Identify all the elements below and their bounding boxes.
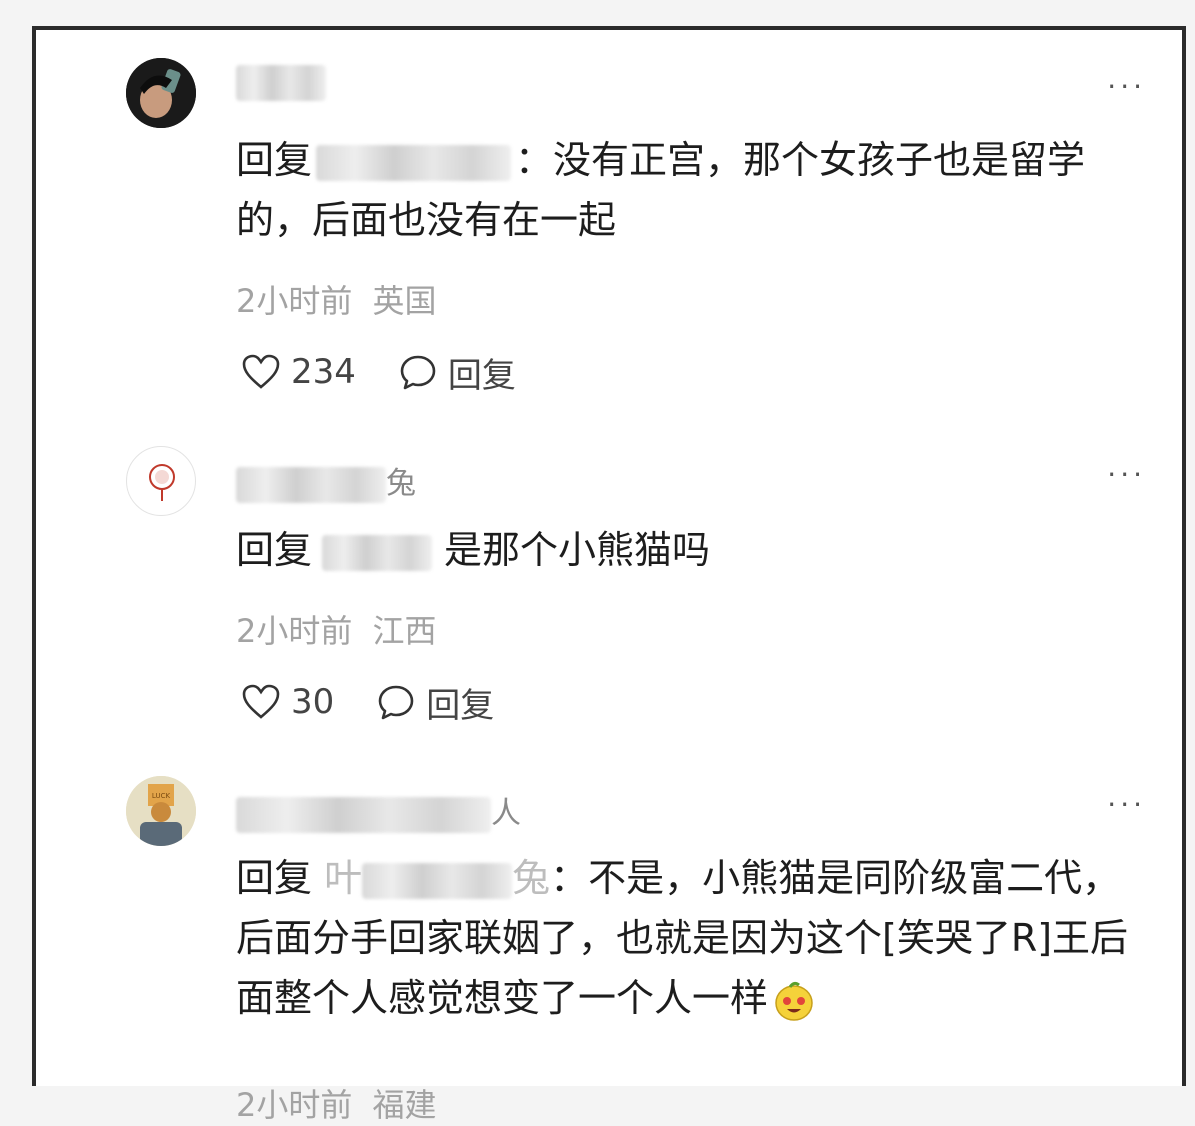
- more-options-icon[interactable]: ···: [1107, 458, 1146, 491]
- avatar[interactable]: [126, 58, 196, 128]
- location: 福建: [372, 1086, 437, 1124]
- timestamp: 2小时前: [236, 612, 353, 650]
- speech-bubble-icon: [378, 685, 414, 720]
- more-options-icon[interactable]: ···: [1107, 788, 1146, 821]
- author-name[interactable]: 人: [236, 788, 521, 833]
- avatar[interactable]: LUCK: [126, 776, 196, 846]
- comment-actions: 30 回复: [241, 678, 494, 727]
- heart-outline-icon: [242, 354, 280, 389]
- reply-target-redacted: [316, 144, 512, 181]
- reply-prefix: 回复: [236, 138, 313, 182]
- like-count: 30: [291, 682, 335, 722]
- like-button[interactable]: 30: [241, 682, 334, 722]
- reply-target-end: 兔: [512, 856, 551, 900]
- avatar[interactable]: [126, 446, 196, 516]
- reply-label: 回复: [447, 355, 516, 396]
- reply-target-visible: 叶: [324, 856, 363, 900]
- author-name-visible: 人: [491, 796, 521, 831]
- reply-label: 回复: [426, 685, 495, 726]
- timestamp: 2小时前: [236, 282, 353, 320]
- more-options-icon[interactable]: ···: [1107, 70, 1146, 103]
- heart-outline-icon: [242, 684, 280, 719]
- comment-body: 是那个小熊猫吗: [444, 528, 711, 572]
- location: 江西: [372, 612, 437, 650]
- grinning-face-emoji-icon: [775, 981, 813, 1021]
- speech-bubble-icon: [400, 355, 436, 390]
- reply-button[interactable]: 回复: [376, 678, 494, 727]
- comment-meta: 2小时前 江西: [236, 606, 437, 652]
- reply-button[interactable]: 回复: [398, 348, 516, 397]
- timestamp: 2小时前: [236, 1086, 353, 1124]
- author-name[interactable]: 兔: [236, 458, 416, 503]
- comment-actions: 234 回复: [241, 348, 516, 397]
- comment-text: 回复 ：没有正宫，那个女孩子也是留学的，后面也没有在一起: [236, 130, 1156, 250]
- svg-text:LUCK: LUCK: [152, 792, 171, 800]
- comment-text: 回复 是那个小熊猫吗: [236, 520, 1156, 580]
- reply-target-redacted: [362, 862, 513, 899]
- author-name[interactable]: 阿马: [236, 64, 326, 101]
- like-button[interactable]: 234: [241, 352, 356, 392]
- reply-prefix: 回复: [236, 528, 313, 572]
- location: 英国: [372, 282, 437, 320]
- comment-meta: 2小时前 福建: [236, 1080, 437, 1126]
- reply-target-redacted: [322, 534, 433, 571]
- comment-meta: 2小时前 英国: [236, 276, 437, 322]
- reply-prefix: 回复: [236, 856, 313, 900]
- comment-text: 回复 叶兔：不是，小熊猫是同阶级富二代，后面分手回家联姻了，也就是因为这个[笑哭…: [236, 848, 1156, 1028]
- like-count: 234: [291, 352, 356, 392]
- comment-panel: 阿马 ··· 回复：没有正宫，那个女孩子也是留学的，后面也没有在一起 2小时前 …: [32, 26, 1186, 1124]
- author-name-visible: 兔: [386, 466, 416, 501]
